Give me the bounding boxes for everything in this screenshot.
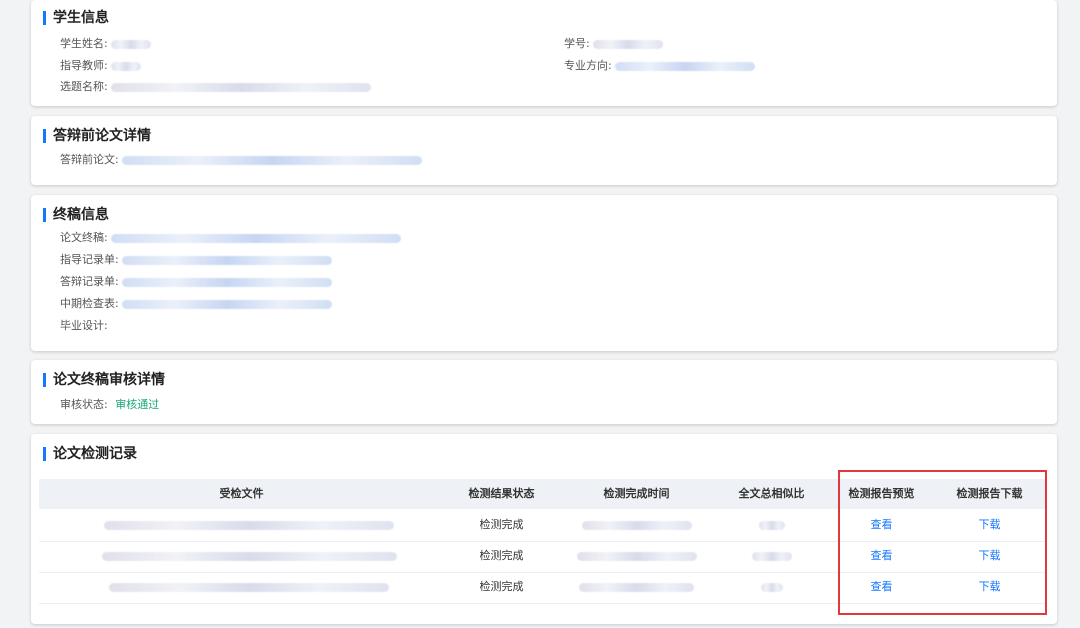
preview-link[interactable]: 查看 [829, 510, 934, 540]
student-name-redacted [111, 39, 152, 49]
guidance-record-link[interactable] [122, 255, 333, 265]
table-header: 受检文件 检测结果状态 检测完成时间 全文总相似比 检测报告预览 检测报告下载 [39, 479, 1045, 509]
check-records-title: 论文检测记录 [43, 446, 137, 462]
student-info-card: 学生信息 学生姓名: 学号: 指导教师: 专业方向: 选题名称: [31, 0, 1057, 106]
pre-defense-card: 答辩前论文详情 答辩前论文: [31, 116, 1057, 185]
student-name-label: 学生姓名: [60, 37, 108, 50]
defense-record-label: 答辩记录单: [60, 275, 119, 288]
midterm-check-label: 中期检查表: [60, 297, 119, 310]
review-status-label: 审核状态: [60, 398, 108, 411]
similarity-redacted [758, 520, 785, 530]
pre-defense-paper-link[interactable] [122, 155, 423, 165]
time-redacted [579, 582, 694, 592]
student-info-title: 学生信息 [43, 10, 109, 26]
topic-label: 选题名称: [60, 80, 108, 93]
pre-defense-paper-row: 答辩前论文: [60, 153, 423, 167]
row-time [559, 510, 714, 540]
midterm-check-row: 中期检查表: [60, 297, 333, 311]
preview-link[interactable]: 查看 [829, 541, 934, 571]
midterm-check-link[interactable] [122, 299, 333, 309]
major-label: 专业方向: [564, 59, 612, 72]
student-id-row: 学号: [564, 37, 664, 51]
graduation-design-label: 毕业设计: [60, 319, 108, 332]
row-file [99, 510, 399, 540]
file-redacted [104, 520, 394, 530]
col-status: 检测结果状态 [468, 487, 535, 500]
defense-record-row: 答辩记录单: [60, 275, 333, 289]
graduation-design-row: 毕业设计: [60, 319, 108, 333]
student-name-row: 学生姓名: [60, 37, 152, 51]
teacher-label: 指导教师: [60, 59, 108, 72]
final-paper-label: 论文终稿: [60, 231, 108, 244]
download-link[interactable]: 下载 [934, 510, 1045, 540]
preview-link[interactable]: 查看 [829, 572, 934, 602]
final-paper-row: 论文终稿: [60, 231, 402, 245]
teacher-row: 指导教师: [60, 59, 142, 73]
topic-redacted [111, 82, 372, 92]
row-similarity [714, 541, 829, 571]
row-file [99, 572, 399, 602]
final-paper-link[interactable] [111, 233, 402, 243]
table-row: 检测完成 查看 下载 [39, 572, 1045, 604]
time-redacted [581, 520, 692, 530]
similarity-redacted [760, 582, 783, 592]
review-title: 论文终稿审核详情 [43, 372, 165, 388]
file-redacted [109, 582, 389, 592]
similarity-redacted [751, 551, 792, 561]
col-preview: 检测报告预览 [848, 487, 915, 500]
row-similarity [714, 572, 829, 602]
row-time [559, 541, 714, 571]
teacher-redacted [111, 61, 142, 71]
row-file [99, 541, 399, 571]
download-link[interactable]: 下载 [934, 572, 1045, 602]
student-id-redacted [593, 39, 664, 49]
row-similarity [714, 510, 829, 540]
file-redacted [101, 551, 397, 561]
review-status-row: 审核状态: 审核通过 [60, 398, 159, 412]
guidance-record-row: 指导记录单: [60, 253, 333, 267]
row-time [559, 572, 714, 602]
table-row: 检测完成 查看 下载 [39, 510, 1045, 542]
review-status-value: 审核通过 [115, 398, 160, 411]
review-card: 论文终稿审核详情 审核状态: 审核通过 [31, 360, 1057, 424]
guidance-record-label: 指导记录单: [60, 253, 119, 266]
final-info-card: 终稿信息 论文终稿: 指导记录单: 答辩记录单: 中期检查表: 毕业设计: [31, 195, 1057, 351]
table-row: 检测完成 查看 下载 [39, 541, 1045, 573]
pre-defense-title: 答辩前论文详情 [43, 128, 151, 144]
col-similarity: 全文总相似比 [738, 487, 805, 500]
time-redacted [576, 551, 697, 561]
col-file: 受检文件 [219, 487, 264, 500]
row-status: 检测完成 [479, 580, 524, 593]
check-records-card: 论文检测记录 受检文件 检测结果状态 检测完成时间 全文总相似比 检测报告预览 … [31, 434, 1057, 624]
row-status: 检测完成 [479, 549, 524, 562]
col-time: 检测完成时间 [603, 487, 670, 500]
defense-record-link[interactable] [122, 277, 333, 287]
row-status: 检测完成 [479, 518, 524, 531]
major-redacted [615, 61, 756, 71]
student-id-label: 学号: [564, 37, 590, 50]
download-link[interactable]: 下载 [934, 541, 1045, 571]
col-download: 检测报告下载 [956, 487, 1023, 500]
topic-row: 选题名称: [60, 80, 372, 94]
pre-defense-paper-label: 答辩前论文: [60, 153, 119, 166]
major-row: 专业方向: [564, 59, 756, 73]
final-info-title: 终稿信息 [43, 207, 109, 223]
